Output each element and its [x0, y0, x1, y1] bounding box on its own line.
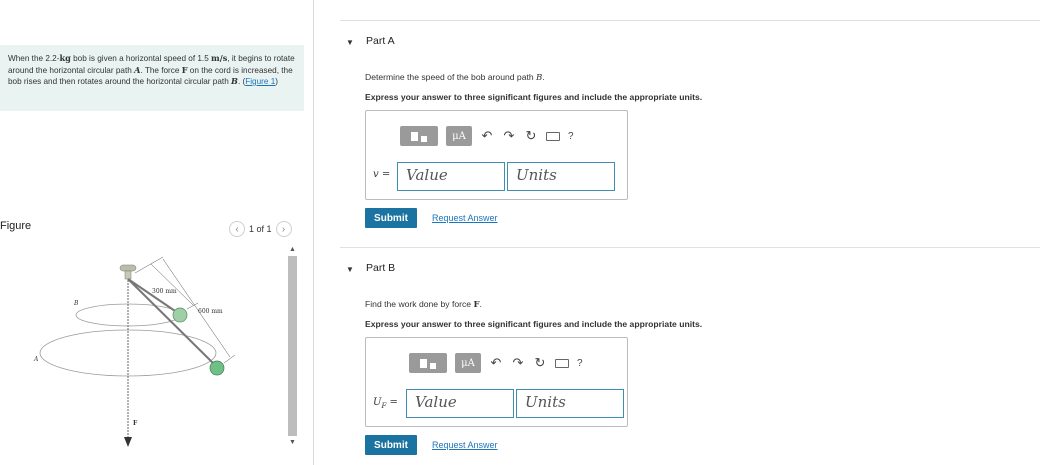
- prompt-text: Determine the speed of the bob around pa…: [365, 72, 537, 82]
- bob-b: [172, 307, 188, 323]
- mount-neck: [124, 270, 132, 280]
- part-a-request-answer-link[interactable]: Request Answer: [432, 213, 498, 223]
- help-icon[interactable]: ?: [568, 131, 574, 142]
- part-a-label: Part A: [366, 35, 395, 47]
- page: When the 2.2-kg bob is given a horizonta…: [0, 0, 1051, 465]
- units-mu-button[interactable]: μA: [455, 353, 481, 373]
- undo-icon[interactable]: ↶: [489, 355, 503, 371]
- chevron-left-icon[interactable]: ‹: [229, 221, 245, 237]
- label-f: F: [133, 420, 138, 427]
- dim-ext-300: [134, 256, 164, 274]
- triangle-down-icon: ▼: [346, 38, 354, 47]
- part-b-submit-button[interactable]: Submit: [365, 435, 417, 455]
- figure-title: Figure: [0, 220, 32, 232]
- figure-scrollbar[interactable]: ▲ ▼: [288, 245, 297, 465]
- redo-icon[interactable]: ↷: [511, 355, 525, 371]
- value-input[interactable]: Value: [397, 162, 505, 191]
- part-a-header[interactable]: ▼ Part A: [340, 20, 1040, 60]
- chevron-right-icon[interactable]: ›: [275, 221, 292, 237]
- scroll-thumb[interactable]: [288, 256, 297, 436]
- unit-kg: kg: [59, 53, 71, 63]
- keyboard-icon[interactable]: [555, 358, 569, 368]
- label-b: B: [73, 300, 79, 307]
- part-b-prompt: Find the work done by force F.: [365, 299, 482, 310]
- help-icon[interactable]: ?: [577, 358, 583, 369]
- force-arrow-head: [124, 437, 132, 447]
- triangle-down-icon: ▼: [346, 265, 354, 274]
- pager-text: 1 of 1: [249, 224, 272, 234]
- part-b-request-answer-link[interactable]: Request Answer: [432, 440, 498, 450]
- label-600: 600 mm: [198, 308, 223, 315]
- problem-text: ): [275, 77, 279, 86]
- pendulum-figure: 300 mm 600 mm B A F: [33, 256, 236, 447]
- part-a-submit-button[interactable]: Submit: [365, 208, 417, 228]
- prompt-text: Find the work done by force: [365, 299, 474, 309]
- keyboard-icon[interactable]: [546, 131, 560, 141]
- part-b-toolbar: μA ↶ ↷ ↻ ?: [409, 352, 583, 374]
- part-b-instruction: Express your answer to three significant…: [365, 319, 703, 329]
- bob-a: [209, 360, 225, 376]
- reset-icon[interactable]: ↻: [524, 128, 538, 144]
- part-b-label: Part B: [366, 262, 396, 274]
- part-a-prompt: Determine the speed of the bob around pa…: [365, 72, 545, 83]
- var-eq: =: [386, 397, 398, 408]
- units-mu-button[interactable]: μA: [446, 126, 472, 146]
- var-v-label: v =: [373, 169, 391, 180]
- value-input[interactable]: Value: [406, 389, 514, 418]
- templates-icon[interactable]: [400, 126, 438, 146]
- unit-ms: m/s: [211, 53, 228, 63]
- figure-pager: ‹ 1 of 1 ›: [229, 221, 292, 237]
- mount-cap: [119, 264, 137, 272]
- reset-icon[interactable]: ↻: [533, 355, 547, 371]
- panel-divider: [313, 0, 314, 465]
- label-300: 300 mm: [152, 288, 177, 295]
- part-a-instruction: Express your answer to three significant…: [365, 92, 703, 102]
- scroll-up-icon[interactable]: ▲: [288, 245, 297, 254]
- problem-panel: When the 2.2-kg bob is given a horizonta…: [0, 0, 313, 465]
- problem-statement: When the 2.2-kg bob is given a horizonta…: [0, 45, 304, 111]
- part-b-answer-box: μA ↶ ↷ ↻ ? UF = Value Units: [365, 337, 628, 427]
- undo-icon[interactable]: ↶: [480, 128, 494, 144]
- cord-b: [127, 278, 179, 314]
- problem-text: bob is given a horizontal speed of 1.5: [70, 54, 212, 63]
- problem-text: . The force: [140, 65, 182, 75]
- figure-link[interactable]: Figure 1: [245, 77, 275, 86]
- label-a: A: [33, 356, 39, 363]
- redo-icon[interactable]: ↷: [502, 128, 516, 144]
- scroll-down-icon[interactable]: ▼: [288, 438, 297, 447]
- prompt-text: .: [479, 299, 482, 309]
- part-a-answer-box: μA ↶ ↷ ↻ ? v = Value Units: [365, 110, 628, 200]
- units-input[interactable]: Units: [516, 389, 624, 418]
- part-a-toolbar: μA ↶ ↷ ↻ ?: [400, 125, 574, 147]
- units-input[interactable]: Units: [507, 162, 615, 191]
- var-uf-label: UF =: [373, 397, 398, 410]
- problem-text: When the 2.2-: [8, 54, 60, 63]
- path-b-symbol: B: [231, 76, 238, 86]
- prompt-text: .: [542, 72, 545, 82]
- part-b-header[interactable]: ▼ Part B: [340, 247, 1040, 287]
- templates-icon[interactable]: [409, 353, 447, 373]
